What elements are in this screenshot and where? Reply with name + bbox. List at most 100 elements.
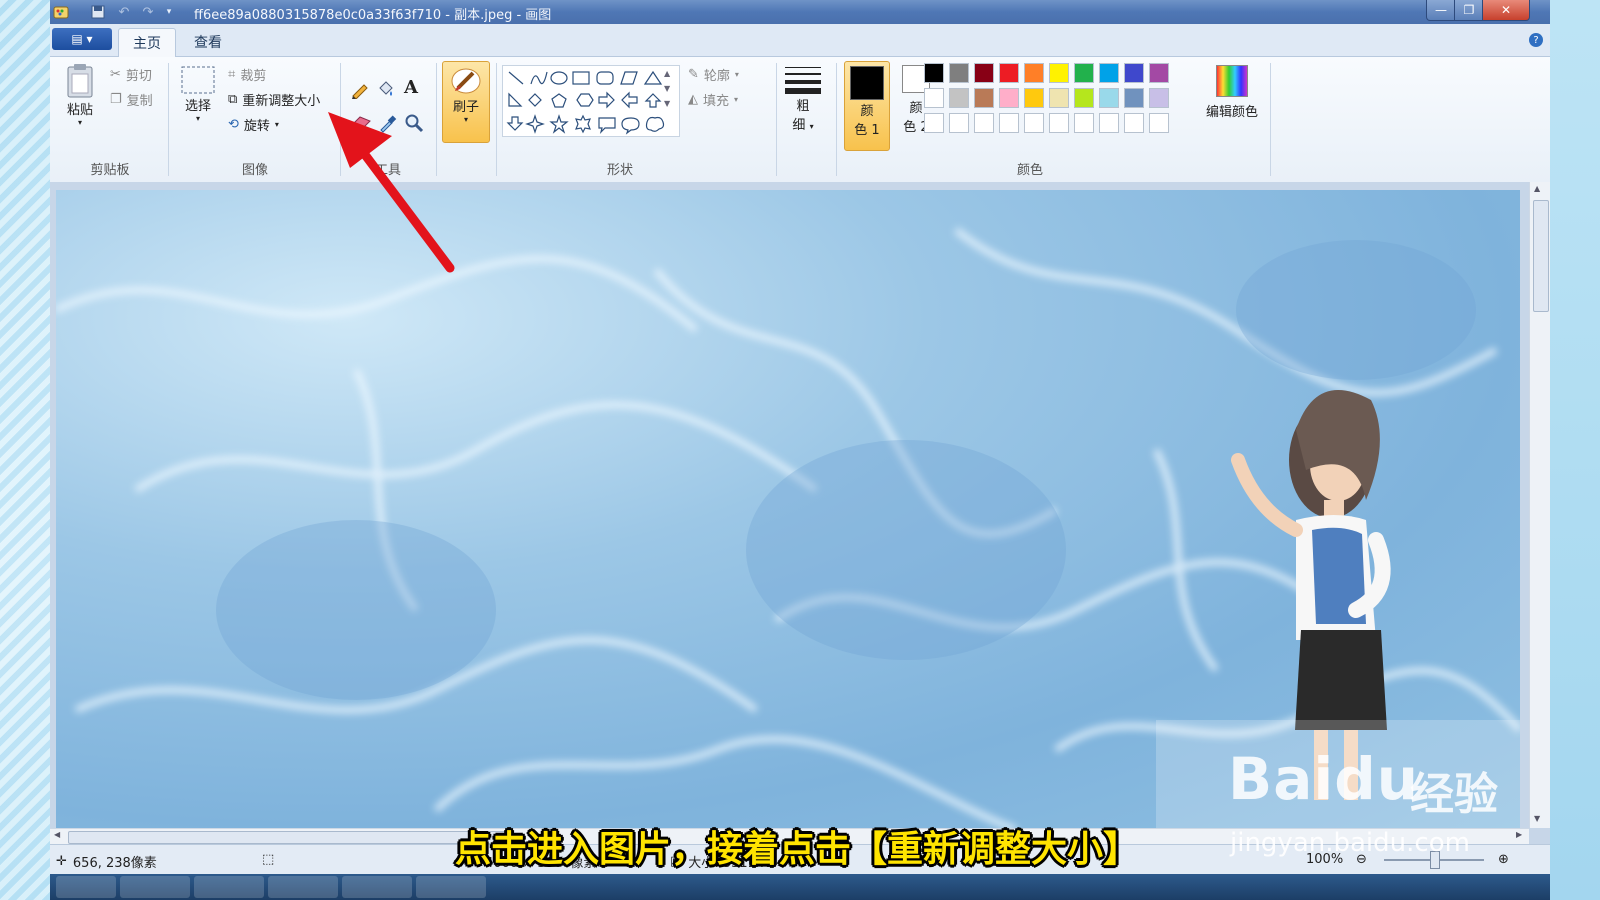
taskbar-app[interactable] (342, 876, 412, 898)
scroll-up-icon[interactable]: ▲ (1534, 184, 1540, 193)
palette-swatch[interactable] (924, 88, 944, 108)
shapes-scroll[interactable]: ▲ ▼ ▼ (664, 69, 670, 108)
outline-button[interactable]: ✎ 轮廓 ▾ (688, 65, 739, 84)
palette-swatch[interactable] (999, 63, 1019, 83)
minimize-button[interactable]: — (1426, 0, 1456, 21)
image-group-label: 图像 (241, 163, 268, 178)
taskbar-app[interactable] (194, 876, 264, 898)
crop-button[interactable]: ⌗ 裁剪 (228, 65, 266, 84)
palette-swatch[interactable] (1124, 63, 1144, 83)
edit-colors-button[interactable]: 编辑颜色 (1202, 65, 1262, 120)
undo-icon[interactable]: ↶ (114, 3, 134, 21)
palette-swatch[interactable] (949, 63, 969, 83)
left-arrow-shape-icon (621, 91, 638, 109)
pentagon-shape-icon (551, 93, 567, 108)
palette-swatch[interactable] (1074, 88, 1094, 108)
palette-swatch[interactable] (1149, 63, 1169, 83)
close-button[interactable]: ✕ (1482, 0, 1530, 21)
palette-swatch[interactable] (974, 63, 994, 83)
palette-swatch[interactable] (974, 88, 994, 108)
ribbon-tab-row: ▤ ▾ 主页 查看 ? (50, 24, 1550, 57)
rotate-label: 旋转 (243, 119, 270, 134)
zoom-in-icon[interactable]: ⊕ (1498, 852, 1509, 867)
size-label-top: 粗 (796, 99, 810, 114)
outline-label: 轮廓 (703, 69, 730, 84)
selection-icon: ⬚ (262, 852, 275, 867)
taskbar-app[interactable] (268, 876, 338, 898)
expand-gallery-icon: ▼ (664, 99, 671, 108)
jingyan-watermark: 经验 (1410, 769, 1498, 820)
taskbar-app[interactable] (120, 876, 190, 898)
clipboard-icon (67, 64, 93, 98)
scroll-left-icon[interactable]: ◀ (54, 830, 60, 839)
shapes-group-label: 形状 (606, 163, 633, 178)
start-button[interactable] (56, 876, 116, 898)
palette-swatch[interactable] (949, 88, 969, 108)
scroll-right-icon[interactable]: ▶ (1516, 830, 1522, 839)
paint-menu-button[interactable]: ▤ ▾ (52, 28, 112, 50)
canvas-image[interactable] (56, 190, 1520, 831)
palette-swatch[interactable] (1149, 113, 1169, 133)
rotate-button[interactable]: ⟲ 旋转 ▾ (228, 115, 279, 134)
edit-colors-label: 编辑颜色 (1205, 105, 1258, 120)
fill-label: 填充 (703, 94, 730, 109)
text-tool[interactable]: A (404, 77, 418, 98)
pencil-tool[interactable] (350, 79, 370, 99)
palette-swatch[interactable] (1024, 63, 1044, 83)
palette-swatch[interactable] (1049, 88, 1069, 108)
palette-swatch[interactable] (1074, 113, 1094, 133)
cut-button[interactable]: ✂ 剪切 (110, 65, 152, 84)
palette-swatch[interactable] (924, 113, 944, 133)
palette-swatch[interactable] (1099, 113, 1119, 133)
palette-swatch[interactable] (1074, 63, 1094, 83)
outline-pen-icon: ✎ (688, 67, 699, 82)
taskbar-app[interactable] (416, 876, 486, 898)
scroll-down-icon[interactable]: ▼ (1534, 814, 1540, 823)
palette-swatch[interactable] (1049, 113, 1069, 133)
rounded-rectangle-shape-icon (596, 71, 614, 85)
palette-swatch[interactable] (999, 88, 1019, 108)
size-button[interactable]: 粗 细 ▾ (782, 65, 824, 133)
fill-button[interactable]: ◭ 填充 ▾ (688, 90, 738, 109)
cloud-callout-shape-icon (645, 116, 665, 132)
six-point-star-shape-icon (575, 114, 591, 134)
palette-swatch[interactable] (1024, 113, 1044, 133)
help-icon[interactable]: ? (1529, 33, 1543, 47)
tab-view[interactable]: 查看 (180, 28, 236, 56)
fill-bucket-icon (379, 81, 393, 96)
palette-swatch[interactable] (1124, 113, 1144, 133)
palette-swatch[interactable] (1149, 88, 1169, 108)
vertical-scrollbar[interactable]: ▲ ▼ (1529, 182, 1550, 828)
chevron-down-icon: ▾ (734, 70, 739, 79)
save-icon[interactable] (88, 3, 108, 21)
palette-swatch[interactable] (1099, 88, 1119, 108)
tab-home[interactable]: 主页 (118, 28, 176, 57)
fill-tool[interactable] (376, 79, 396, 99)
customize-quick-access-icon[interactable]: ▾ (162, 3, 176, 21)
paint-app-icon[interactable] (52, 3, 70, 21)
shapes-gallery[interactable] (502, 65, 680, 137)
crosshair-icon: ✛ (56, 854, 67, 869)
copy-button[interactable]: ❐ 复制 (110, 90, 153, 109)
paste-label: 粘贴 (66, 103, 93, 118)
palette-swatch[interactable] (1099, 63, 1119, 83)
rainbow-palette-icon (1216, 65, 1248, 97)
maximize-button[interactable]: ❐ (1454, 0, 1484, 21)
palette-swatch[interactable] (924, 63, 944, 83)
select-button[interactable]: 选择 ▾ (178, 65, 218, 123)
redo-icon[interactable]: ↷ (138, 3, 158, 21)
text-icon: A (404, 77, 418, 98)
palette-swatch[interactable] (1124, 88, 1144, 108)
paste-button[interactable]: 粘贴 ▾ (62, 63, 98, 127)
vertical-scroll-thumb[interactable] (1533, 200, 1549, 312)
group-divider (776, 63, 777, 176)
palette-swatch[interactable] (1024, 88, 1044, 108)
resize-button[interactable]: ⧉ 重新调整大小 (228, 90, 320, 109)
palette-swatch[interactable] (1049, 63, 1069, 83)
color1-button[interactable]: 颜 色 1 (844, 61, 890, 151)
tutorial-subtitle: 点击进入图片，接着点击【重新调整大小】 (455, 829, 1140, 870)
palette-swatch[interactable] (949, 113, 969, 133)
horizontal-scroll-thumb[interactable] (68, 831, 510, 844)
palette-swatch[interactable] (974, 113, 994, 133)
palette-swatch[interactable] (999, 113, 1019, 133)
